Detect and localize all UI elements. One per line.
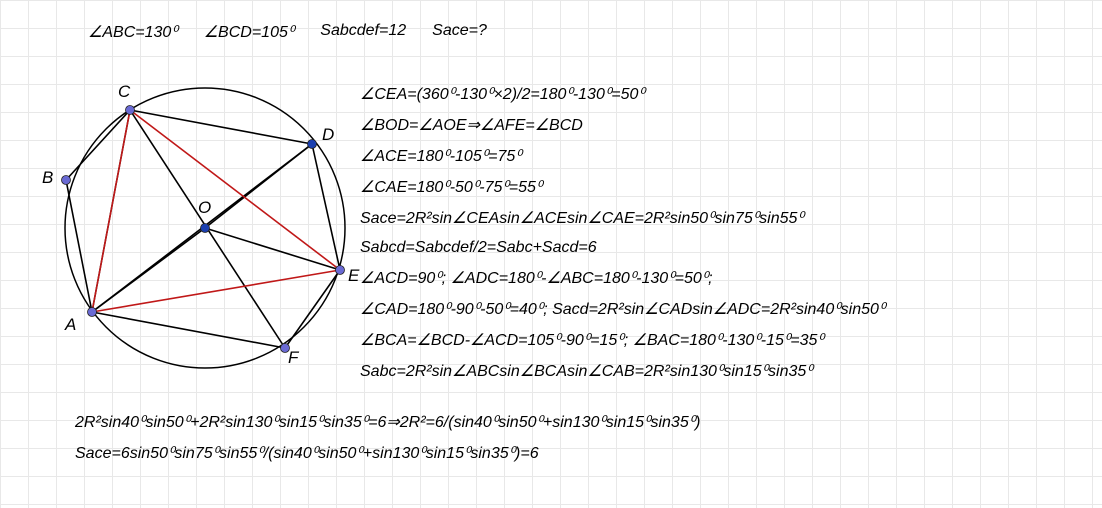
geometry-figure: A B C D E F O [30, 70, 360, 410]
given-row: ∠ABC=130⁰ ∠BCD=105⁰ Sabcdef=12 Sace=? [88, 22, 487, 42]
step-10: Sabc=2R²sin∠ABCsin∠BCAsin∠CAB=2R²sin130⁰… [360, 361, 1080, 381]
label-O: O [198, 198, 211, 218]
bottom-1: 2R²sin40⁰sin50⁰+2R²sin130⁰sin15⁰sin35⁰=6… [75, 412, 700, 432]
label-E: E [348, 266, 359, 286]
given-bcd: ∠BCD=105⁰ [204, 22, 295, 42]
given-sabcdef: Sabcdef=12 [320, 22, 406, 42]
label-D: D [322, 125, 334, 145]
label-B: B [42, 168, 53, 188]
step-3: ∠ACE=180⁰-105⁰=75⁰ [360, 146, 1080, 166]
given-abc: ∠ABC=130⁰ [88, 22, 178, 42]
step-2: ∠BOD=∠AOE⇒∠AFE=∠BCD [360, 115, 1080, 135]
solution-steps: ∠CEA=(360⁰-130⁰×2)/2=180⁰-130⁰=50⁰ ∠BOD=… [360, 84, 1080, 381]
step-5: Sace=2R²sin∠CEAsin∠ACEsin∠CAE=2R²sin50⁰s… [360, 208, 1080, 228]
figure-svg [30, 70, 360, 410]
step-9: ∠BCA=∠BCD-∠ACD=105⁰-90⁰=15⁰; ∠BAC=180⁰-1… [360, 330, 1080, 350]
label-C: C [118, 82, 130, 102]
given-find: Sace=? [432, 22, 487, 42]
step-6: Sabcd=Sabcdef/2=Sabc+Sacd=6 [360, 239, 1080, 257]
bottom-conclusion: 2R²sin40⁰sin50⁰+2R²sin130⁰sin15⁰sin35⁰=6… [75, 412, 700, 463]
step-8: ∠CAD=180⁰-90⁰-50⁰=40⁰; Sacd=2R²sin∠CADsi… [360, 299, 1080, 319]
step-7: ∠ACD=90⁰; ∠ADC=180⁰-∠ABC=180⁰-130⁰=50⁰; [360, 268, 1080, 288]
label-A: A [65, 315, 76, 335]
step-4: ∠CAE=180⁰-50⁰-75⁰=55⁰ [360, 177, 1080, 197]
step-1: ∠CEA=(360⁰-130⁰×2)/2=180⁰-130⁰=50⁰ [360, 84, 1080, 104]
label-F: F [288, 348, 298, 368]
bottom-2: Sace=6sin50⁰sin75⁰sin55⁰/(sin40⁰sin50⁰+s… [75, 443, 700, 463]
